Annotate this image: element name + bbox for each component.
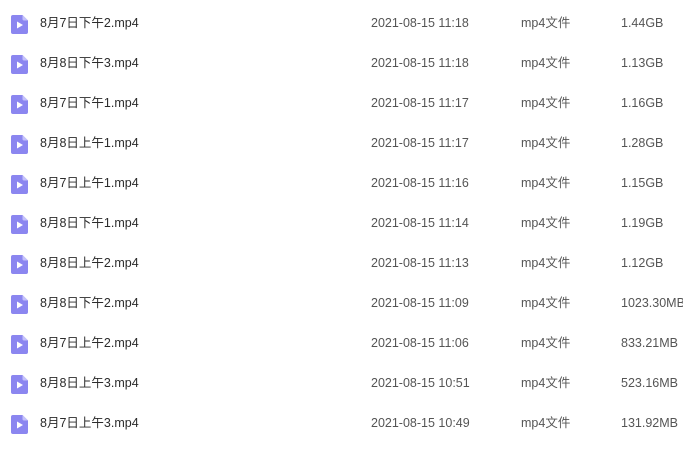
- file-type: mp4文件: [521, 176, 571, 190]
- file-row[interactable]: 8月8日上午3.mp4 2021-08-15 10:51 mp4文件 523.1…: [0, 363, 683, 403]
- file-modified-date: 2021-08-15 11:17: [371, 136, 469, 150]
- file-modified-date: 2021-08-15 11:14: [371, 216, 469, 230]
- file-name[interactable]: 8月8日下午2.mp4: [40, 283, 139, 323]
- file-name[interactable]: 8月7日上午1.mp4: [40, 163, 139, 203]
- file-type: mp4文件: [521, 256, 571, 270]
- file-row[interactable]: 8月8日上午2.mp4 2021-08-15 11:13 mp4文件 1.12G…: [0, 243, 683, 283]
- file-row[interactable]: 8月8日下午3.mp4 2021-08-15 11:18 mp4文件 1.13G…: [0, 43, 683, 83]
- file-modified-date: 2021-08-15 11:17: [371, 96, 469, 110]
- file-row[interactable]: 8月7日上午1.mp4 2021-08-15 11:16 mp4文件 1.15G…: [0, 163, 683, 203]
- video-file-icon: [11, 255, 28, 274]
- file-type: mp4文件: [521, 136, 571, 150]
- video-file-icon: [11, 215, 28, 234]
- file-size: 1023.30MB: [621, 296, 683, 310]
- file-modified-date: 2021-08-15 10:49: [371, 416, 470, 430]
- file-name[interactable]: 8月8日上午2.mp4: [40, 243, 139, 283]
- file-size: 1.13GB: [621, 56, 664, 70]
- video-file-icon: [11, 375, 28, 394]
- file-size: 833.21MB: [621, 336, 678, 350]
- file-name[interactable]: 8月8日下午1.mp4: [40, 203, 139, 243]
- file-name[interactable]: 8月8日上午1.mp4: [40, 123, 139, 163]
- file-modified-date: 2021-08-15 11:06: [371, 336, 469, 350]
- video-file-icon: [11, 335, 28, 354]
- file-type: mp4文件: [521, 216, 571, 230]
- file-modified-date: 2021-08-15 11:13: [371, 256, 469, 270]
- file-row[interactable]: 8月7日上午3.mp4 2021-08-15 10:49 mp4文件 131.9…: [0, 403, 683, 443]
- file-size: 131.92MB: [621, 416, 678, 430]
- file-modified-date: 2021-08-15 11:09: [371, 296, 469, 310]
- video-file-icon: [11, 295, 28, 314]
- file-row[interactable]: 8月7日上午2.mp4 2021-08-15 11:06 mp4文件 833.2…: [0, 323, 683, 363]
- file-size: 1.44GB: [621, 16, 664, 30]
- file-size: 1.16GB: [621, 96, 664, 110]
- file-size: 523.16MB: [621, 376, 678, 390]
- file-modified-date: 2021-08-15 11:16: [371, 176, 469, 190]
- file-row[interactable]: 8月8日下午2.mp4 2021-08-15 11:09 mp4文件 1023.…: [0, 283, 683, 323]
- file-list: 8月7日下午2.mp4 2021-08-15 11:18 mp4文件 1.44G…: [0, 3, 683, 443]
- video-file-icon: [11, 55, 28, 74]
- file-name[interactable]: 8月8日下午3.mp4: [40, 43, 139, 83]
- file-modified-date: 2021-08-15 11:18: [371, 16, 469, 30]
- file-row[interactable]: 8月8日下午1.mp4 2021-08-15 11:14 mp4文件 1.19G…: [0, 203, 683, 243]
- file-size: 1.28GB: [621, 136, 664, 150]
- file-type: mp4文件: [521, 376, 571, 390]
- file-row[interactable]: 8月8日上午1.mp4 2021-08-15 11:17 mp4文件 1.28G…: [0, 123, 683, 163]
- file-row[interactable]: 8月7日下午1.mp4 2021-08-15 11:17 mp4文件 1.16G…: [0, 83, 683, 123]
- file-size: 1.12GB: [621, 256, 664, 270]
- video-file-icon: [11, 175, 28, 194]
- file-type: mp4文件: [521, 96, 571, 110]
- file-name[interactable]: 8月7日下午1.mp4: [40, 83, 139, 123]
- file-name[interactable]: 8月8日上午3.mp4: [40, 363, 139, 403]
- file-modified-date: 2021-08-15 10:51: [371, 376, 470, 390]
- file-type: mp4文件: [521, 16, 571, 30]
- file-type: mp4文件: [521, 416, 571, 430]
- file-size: 1.19GB: [621, 216, 664, 230]
- video-file-icon: [11, 135, 28, 154]
- file-name[interactable]: 8月7日下午2.mp4: [40, 3, 139, 43]
- video-file-icon: [11, 415, 28, 434]
- file-name[interactable]: 8月7日上午2.mp4: [40, 323, 139, 363]
- file-modified-date: 2021-08-15 11:18: [371, 56, 469, 70]
- video-file-icon: [11, 95, 28, 114]
- file-name[interactable]: 8月7日上午3.mp4: [40, 403, 139, 443]
- file-type: mp4文件: [521, 296, 571, 310]
- file-row[interactable]: 8月7日下午2.mp4 2021-08-15 11:18 mp4文件 1.44G…: [0, 3, 683, 43]
- file-size: 1.15GB: [621, 176, 664, 190]
- file-type: mp4文件: [521, 336, 571, 350]
- file-type: mp4文件: [521, 56, 571, 70]
- video-file-icon: [11, 15, 28, 34]
